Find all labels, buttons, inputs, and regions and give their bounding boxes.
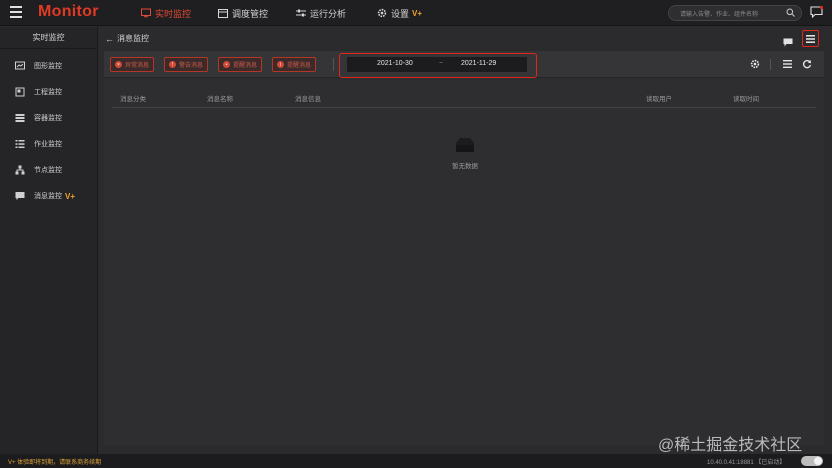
date-separator: ~ <box>439 60 444 67</box>
toolbar: × 异常消息 ! 警告消息 • 提醒消息 i 提醒消息 2021-10-30 ~… <box>104 51 824 78</box>
monitor-icon <box>141 8 151 18</box>
button-label: 异常消息 <box>125 63 150 69</box>
nav-label: 调度管控 <box>232 8 269 19</box>
error-message-button[interactable]: × 异常消息 <box>110 57 155 72</box>
nav-schedule-control[interactable]: 调度管控 <box>218 0 268 26</box>
list-icon <box>806 30 815 48</box>
vplus-badge: V+ <box>412 8 423 18</box>
button-label: 提醒消息 <box>287 63 312 69</box>
sliders-icon <box>296 8 306 18</box>
app-logo: Monitor <box>38 3 99 20</box>
sidebar-item-label: 图形监控 <box>34 63 62 70</box>
vplus-expiry-notice: V+ 体验即将到期，请联系商务续期 <box>8 460 102 466</box>
toolbar-divider <box>333 58 334 71</box>
server-version: 10.40.0.41:18881 【已启动】 <box>707 460 786 466</box>
date-range-picker[interactable]: 2021-10-30 ~ 2021-11-29 <box>347 57 527 72</box>
sidebar-item-label: 容器监控 <box>34 115 62 122</box>
project-icon <box>15 87 25 97</box>
status-bar: V+ 体验即将到期，请联系商务续期 10.40.0.41:18881 【已启动】 <box>0 454 832 468</box>
sidebar-item-label: 消息监控 <box>34 193 62 200</box>
sidebar-item-project-monitor[interactable]: 工程监控 <box>0 79 97 105</box>
bell-icon: • <box>223 61 230 68</box>
nav-label: 运行分析 <box>310 8 347 19</box>
reminder-message-button[interactable]: • 提醒消息 <box>218 57 263 72</box>
sidebar-item-label: 工程监控 <box>34 89 62 96</box>
message-panel: × 异常消息 ! 警告消息 • 提醒消息 i 提醒消息 2021-10-30 ~… <box>104 51 824 445</box>
sidebar: 实时监控 图形监控 工程监控 容器监控 作业监控 节点监控 消息监控 V+ <box>0 27 98 454</box>
column-list-icon[interactable] <box>782 59 792 69</box>
chart-icon <box>15 61 25 71</box>
sidebar-item-container-monitor[interactable]: 容器监控 <box>0 105 97 131</box>
refresh-icon[interactable] <box>802 59 812 69</box>
sidebar-item-label: 节点监控 <box>34 167 62 174</box>
list-view-button[interactable] <box>802 30 819 47</box>
back-button[interactable]: ← 消息监控 <box>105 33 149 44</box>
nav-realtime-monitor[interactable]: 实时监控 <box>141 0 191 26</box>
column-header[interactable]: 消息信息 <box>295 93 321 103</box>
column-header[interactable]: 消息分类 <box>120 93 146 103</box>
page-header: ← 消息监控 <box>99 27 832 51</box>
sidebar-item-label: 作业监控 <box>34 141 62 148</box>
notification-icon[interactable] <box>810 5 824 19</box>
nav-label: 实时监控 <box>155 8 192 19</box>
tool-divider <box>770 59 771 70</box>
x-circle-icon: × <box>115 61 122 68</box>
menu-icon[interactable] <box>10 6 22 18</box>
nav-run-analysis[interactable]: 运行分析 <box>296 0 346 26</box>
node-tree-icon <box>15 165 25 175</box>
button-label: 警告消息 <box>179 63 204 69</box>
sidebar-item-node-monitor[interactable]: 节点监控 <box>0 157 97 183</box>
arrow-left-icon: ← <box>105 33 114 44</box>
message-icon <box>15 191 25 201</box>
column-header[interactable]: 读取用户 <box>646 93 672 103</box>
date-end[interactable]: 2021-11-29 <box>461 60 496 67</box>
job-list-icon <box>15 139 25 149</box>
search-placeholder: 请输入告警、作业、组件名称 <box>680 12 759 18</box>
sidebar-item-job-monitor[interactable]: 作业监控 <box>0 131 97 157</box>
search-icon[interactable] <box>786 8 795 19</box>
chat-icon[interactable] <box>783 34 793 47</box>
sidebar-item-graph-monitor[interactable]: 图形监控 <box>0 53 97 79</box>
container-icon <box>15 113 25 123</box>
info-icon: i <box>277 61 284 68</box>
nav-label: 设置 <box>391 8 410 19</box>
nav-settings[interactable]: 设置 V+ <box>377 0 422 26</box>
theme-toggle[interactable] <box>801 456 823 466</box>
sidebar-item-message-monitor[interactable]: 消息监控 V+ <box>0 183 97 209</box>
table-header: 消息分类 消息名称 消息信息 读取用户 读取时间 <box>112 87 816 108</box>
column-header[interactable]: 消息名称 <box>207 93 233 103</box>
settings-gear-icon[interactable] <box>750 59 760 69</box>
gear-icon <box>377 8 387 18</box>
button-label: 提醒消息 <box>233 63 258 69</box>
calendar-icon <box>218 8 228 18</box>
global-search-input[interactable]: 请输入告警、作业、组件名称 <box>668 5 802 21</box>
sidebar-header: 实时监控 <box>0 27 97 49</box>
top-bar: Monitor 实时监控 调度管控 运行分析 设置 V+ 请输入告警、作业、组件… <box>0 0 832 26</box>
info-message-button[interactable]: i 提醒消息 <box>272 57 317 72</box>
empty-box-icon <box>454 137 476 153</box>
watermark: @稀土掘金技术社区 <box>658 437 803 454</box>
empty-state-text: 暂无数据 <box>452 163 478 170</box>
warning-message-button[interactable]: ! 警告消息 <box>164 57 209 72</box>
date-start[interactable]: 2021-10-30 <box>377 60 413 67</box>
vplus-badge: V+ <box>65 191 76 201</box>
warning-icon: ! <box>169 61 176 68</box>
page-title: 消息监控 <box>117 34 149 43</box>
column-header[interactable]: 读取时间 <box>733 93 759 103</box>
